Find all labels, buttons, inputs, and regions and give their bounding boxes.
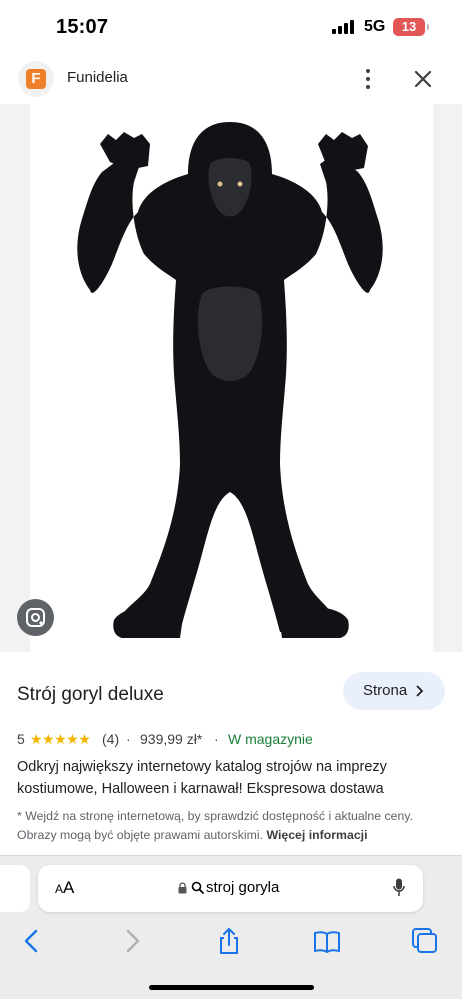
forward-icon[interactable] — [118, 927, 146, 955]
reader-options-button[interactable]: AA — [55, 878, 74, 898]
status-bar: 15:07 5G 13 — [0, 0, 462, 54]
battery-cap — [427, 24, 429, 30]
funidelia-logo-icon: F — [26, 69, 46, 89]
google-lens-button[interactable] — [17, 599, 54, 636]
address-bar[interactable]: AA stroj goryla — [38, 865, 423, 912]
browser-toolbar: AA stroj goryla — [0, 855, 462, 999]
visit-site-button[interactable]: Strona — [343, 672, 445, 710]
product-image[interactable] — [30, 104, 433, 652]
close-icon — [414, 70, 432, 88]
lens-icon — [26, 608, 45, 627]
close-button[interactable] — [412, 68, 434, 90]
site-name[interactable]: Funidelia — [67, 69, 128, 86]
price: 939,99 zł* — [140, 731, 203, 747]
disclaimer: * Wejdź na stronę internetową, by sprawd… — [17, 807, 447, 845]
gorilla-costume-image — [77, 122, 383, 638]
share-icon[interactable] — [215, 927, 243, 955]
visit-site-label: Strona — [363, 682, 408, 699]
product-description: Odkryj największy internetowy katalog st… — [17, 759, 387, 797]
aa-small: A — [55, 882, 64, 896]
status-time: 15:07 — [56, 16, 109, 38]
back-icon[interactable] — [18, 927, 46, 955]
tabs-icon[interactable] — [411, 927, 439, 955]
bookmarks-icon[interactable] — [313, 927, 341, 955]
network-type: 5G — [364, 18, 386, 35]
separator: · — [214, 731, 219, 747]
more-info-link[interactable]: Więcej informacji — [266, 828, 367, 842]
separator: · — [126, 731, 131, 747]
previous-tab-preview[interactable] — [0, 865, 30, 912]
lock-icon — [178, 882, 187, 894]
battery-icon: 13 — [393, 18, 425, 36]
url-text[interactable]: stroj goryla — [206, 879, 279, 896]
rating-stars: ★★★★★ — [30, 731, 91, 747]
aa-large: A — [63, 878, 75, 897]
chevron-right-icon — [416, 685, 424, 697]
image-preview-area — [0, 104, 462, 652]
home-indicator[interactable] — [149, 985, 314, 990]
search-icon — [191, 881, 204, 894]
battery-level: 13 — [401, 19, 417, 34]
microphone-icon[interactable] — [393, 878, 405, 898]
review-count: (4) — [102, 731, 120, 747]
product-title: Strój goryl deluxe — [17, 684, 164, 705]
site-header: F Funidelia — [0, 54, 462, 104]
more-options-icon[interactable] — [360, 68, 376, 90]
availability: W magazynie — [228, 731, 313, 747]
cellular-signal-icon — [332, 20, 354, 34]
rating-value: 5 — [17, 731, 25, 747]
site-logo[interactable]: F — [18, 61, 54, 97]
